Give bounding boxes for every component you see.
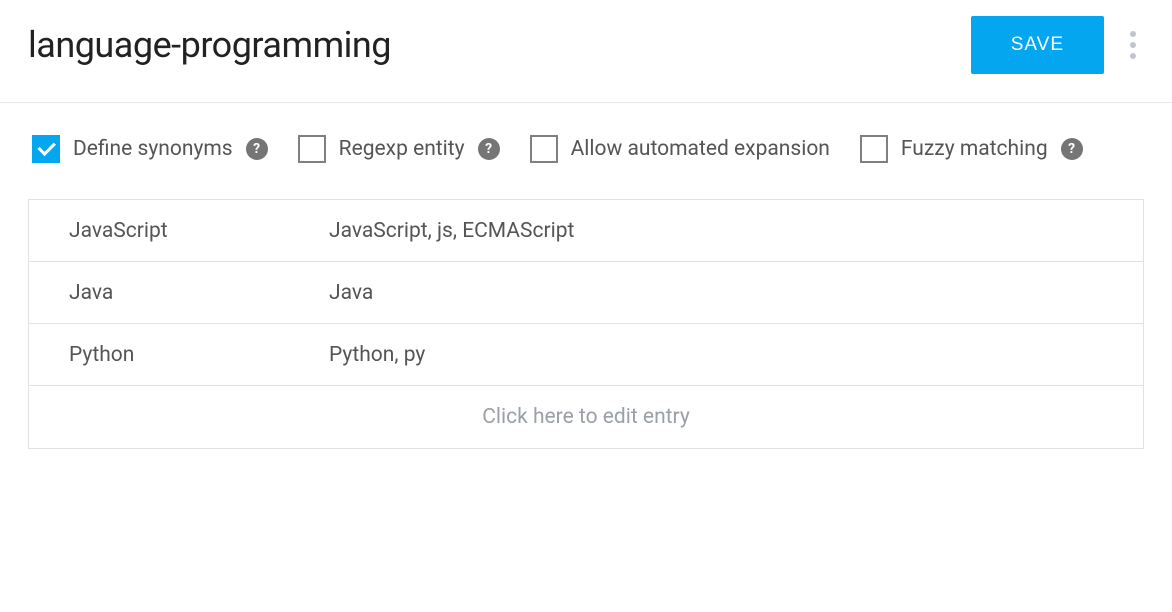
checkbox-regexp-entity[interactable] [298,135,326,163]
help-icon[interactable]: ? [478,138,500,160]
entry-synonyms: JavaScript, js, ECMAScript [329,219,1143,243]
entry-synonyms: Python, py [329,343,1143,367]
more-menu-button[interactable] [1122,23,1144,67]
entry-reference: Python [29,343,329,367]
option-allow-automated-expansion: Allow automated expansion [530,135,830,163]
add-entry-label: Click here to edit entry [482,405,690,429]
synonym-table: JavaScript JavaScript, js, ECMAScript Ja… [28,199,1144,449]
help-icon[interactable]: ? [1061,138,1083,160]
entry-reference: JavaScript [29,219,329,243]
option-define-synonyms: Define synonyms ? [32,135,268,163]
add-entry-row[interactable]: Click here to edit entry [29,386,1143,448]
save-button[interactable]: SAVE [971,16,1104,74]
table-row[interactable]: JavaScript JavaScript, js, ECMAScript [29,200,1143,262]
help-icon[interactable]: ? [246,138,268,160]
page-title: language-programming [28,24,391,66]
option-label: Allow automated expansion [571,137,830,161]
entry-reference: Java [29,281,329,305]
header-actions: SAVE [971,16,1144,74]
checkbox-allow-automated-expansion[interactable] [530,135,558,163]
checkbox-define-synonyms[interactable] [32,135,60,163]
more-vertical-icon [1130,31,1136,37]
option-label: Define synonyms [73,137,233,161]
option-regexp-entity: Regexp entity ? [298,135,500,163]
table-row[interactable]: Python Python, py [29,324,1143,386]
option-label: Regexp entity [339,137,465,161]
options-panel: Define synonyms ? Regexp entity ? Allow … [0,103,1172,187]
option-label: Fuzzy matching [901,137,1048,161]
table-row[interactable]: Java Java [29,262,1143,324]
header: language-programming SAVE [0,0,1172,103]
entry-synonyms: Java [329,281,1143,305]
checkbox-fuzzy-matching[interactable] [860,135,888,163]
option-fuzzy-matching: Fuzzy matching ? [860,135,1083,163]
